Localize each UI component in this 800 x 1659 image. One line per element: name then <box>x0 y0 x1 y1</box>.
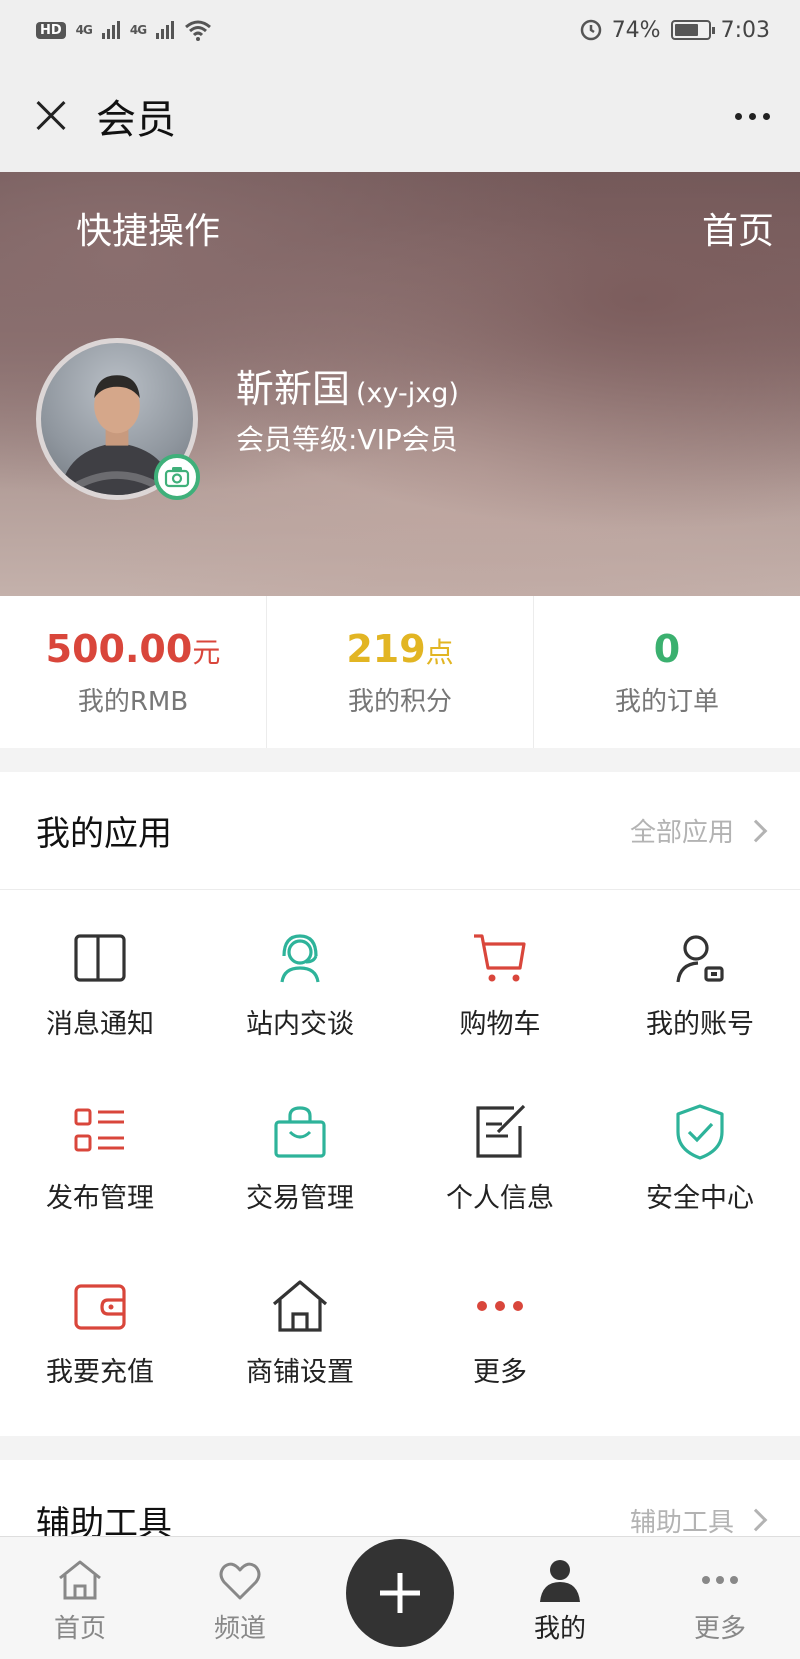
app-label: 站内交谈 <box>246 1009 354 1040</box>
user-name: 靳新国 (xy-jxg) <box>236 358 459 413</box>
stat-points-value: 219点 <box>346 626 454 671</box>
edit-icon <box>476 1104 526 1158</box>
app-security[interactable]: 安全中心 <box>600 1102 800 1276</box>
status-time: 7:03 <box>720 17 770 43</box>
tab-label: 频道 <box>213 1614 266 1644</box>
hd-indicator: HD <box>36 21 66 39</box>
camera-icon[interactable] <box>154 454 200 500</box>
signal-label-1: 4G <box>75 23 93 37</box>
stat-rmb-label: 我的RMB <box>77 686 189 717</box>
app-more[interactable]: 更多 <box>400 1276 600 1450</box>
app-label: 安全中心 <box>646 1183 754 1214</box>
tab-home[interactable]: 首页 <box>0 1556 160 1659</box>
page-title: 会员 <box>96 97 176 143</box>
headset-icon <box>280 934 320 983</box>
user-name-text: 靳新国 <box>236 367 351 411</box>
alarm-icon <box>580 19 601 41</box>
app-label: 消息通知 <box>46 1009 154 1040</box>
tab-label: 我的 <box>533 1614 586 1644</box>
bag-icon <box>274 1106 326 1158</box>
tab-label: 首页 <box>53 1614 106 1644</box>
status-right: 74% 7:03 <box>580 18 770 43</box>
more-menu-icon[interactable] <box>735 103 770 130</box>
status-left: HD 4G 4G <box>36 19 212 41</box>
app-label: 个人信息 <box>446 1183 554 1214</box>
plus-icon <box>380 1573 420 1613</box>
home-link[interactable]: 首页 <box>702 202 774 254</box>
app-label: 更多 <box>473 1357 527 1388</box>
bottom-tab-bar: 首页 频道 我的 更多 <box>0 1536 800 1659</box>
app-chat[interactable]: 站内交谈 <box>200 928 400 1102</box>
tools-link-label: 辅助工具 <box>629 1507 734 1538</box>
stat-orders[interactable]: 0 我的订单 <box>533 596 800 748</box>
user-card-icon <box>676 935 724 983</box>
more-icon <box>702 1576 738 1584</box>
tab-channel[interactable]: 频道 <box>160 1556 320 1659</box>
stats-row: 500.00元 我的RMB 219点 我的积分 0 我的订单 <box>0 596 800 748</box>
tab-add-wrapper <box>320 1539 480 1659</box>
user-handle: (xy-jxg) <box>356 378 459 409</box>
my-apps-section: 我的应用 全部应用 消息通知 站内交谈 购物车 我的账号 发布管理 交易管理 个… <box>0 772 800 1436</box>
chevron-right-icon <box>744 1508 768 1532</box>
app-shop-settings[interactable]: 商铺设置 <box>200 1276 400 1450</box>
app-label: 交易管理 <box>246 1183 354 1214</box>
my-apps-title: 我的应用 <box>36 814 172 854</box>
signal-label-2: 4G <box>129 23 147 37</box>
quick-actions-link[interactable]: 快捷操作 <box>76 202 220 254</box>
status-bar: HD 4G 4G 74% 7:03 <box>0 0 800 60</box>
battery-icon <box>670 20 715 40</box>
book-icon <box>74 934 126 982</box>
shield-icon <box>676 1104 724 1160</box>
tab-mine[interactable]: 我的 <box>480 1556 640 1659</box>
add-button[interactable] <box>346 1539 454 1647</box>
app-cart[interactable]: 购物车 <box>400 928 600 1102</box>
stat-rmb-value: 500.00元 <box>45 626 221 671</box>
wallet-icon <box>74 1284 126 1330</box>
app-label: 购物车 <box>459 1009 541 1040</box>
app-label: 我要充值 <box>46 1357 154 1388</box>
stat-orders-label: 我的订单 <box>614 686 719 717</box>
app-label: 我的账号 <box>646 1009 754 1040</box>
nav-bar: 会员 <box>0 60 800 172</box>
close-icon[interactable] <box>30 96 70 136</box>
stat-points[interactable]: 219点 我的积分 <box>266 596 533 748</box>
home-icon <box>59 1560 101 1600</box>
list-icon <box>74 1108 124 1152</box>
person-icon <box>540 1560 580 1602</box>
app-messages[interactable]: 消息通知 <box>0 928 200 1102</box>
tools-link[interactable]: 辅助工具 <box>629 1502 768 1539</box>
stat-points-label: 我的积分 <box>347 686 452 717</box>
cart-icon <box>474 934 526 982</box>
app-publish[interactable]: 发布管理 <box>0 1102 200 1276</box>
app-trade[interactable]: 交易管理 <box>200 1102 400 1276</box>
app-label: 商铺设置 <box>246 1357 354 1388</box>
member-level: 会员等级:VIP会员 <box>236 423 458 456</box>
all-apps-label: 全部应用 <box>629 818 734 848</box>
profile-header: 快捷操作 首页 靳新国 (xy-jxg) 会员等级:VIP会员 <box>0 172 800 596</box>
more-dots-icon <box>477 1301 523 1311</box>
house-icon <box>272 1280 328 1332</box>
tab-label: 更多 <box>693 1614 746 1644</box>
heart-icon <box>219 1562 261 1600</box>
apps-grid: 消息通知 站内交谈 购物车 我的账号 发布管理 交易管理 个人信息 安全中心 我… <box>0 890 800 1450</box>
app-profile[interactable]: 个人信息 <box>400 1102 600 1276</box>
wifi-icon <box>185 20 212 41</box>
app-recharge[interactable]: 我要充值 <box>0 1276 200 1450</box>
app-label: 发布管理 <box>46 1183 154 1214</box>
battery-percent: 74% <box>611 17 661 43</box>
chevron-right-icon <box>744 819 768 842</box>
stat-orders-value: 0 <box>653 626 681 671</box>
all-apps-link[interactable]: 全部应用 <box>629 812 768 849</box>
tab-more[interactable]: 更多 <box>640 1556 800 1659</box>
app-account[interactable]: 我的账号 <box>600 928 800 1102</box>
my-apps-header: 我的应用 全部应用 <box>0 772 800 890</box>
signal-bars-2-icon <box>156 21 175 39</box>
stat-rmb[interactable]: 500.00元 我的RMB <box>0 596 266 748</box>
signal-bars-1-icon <box>101 21 120 39</box>
